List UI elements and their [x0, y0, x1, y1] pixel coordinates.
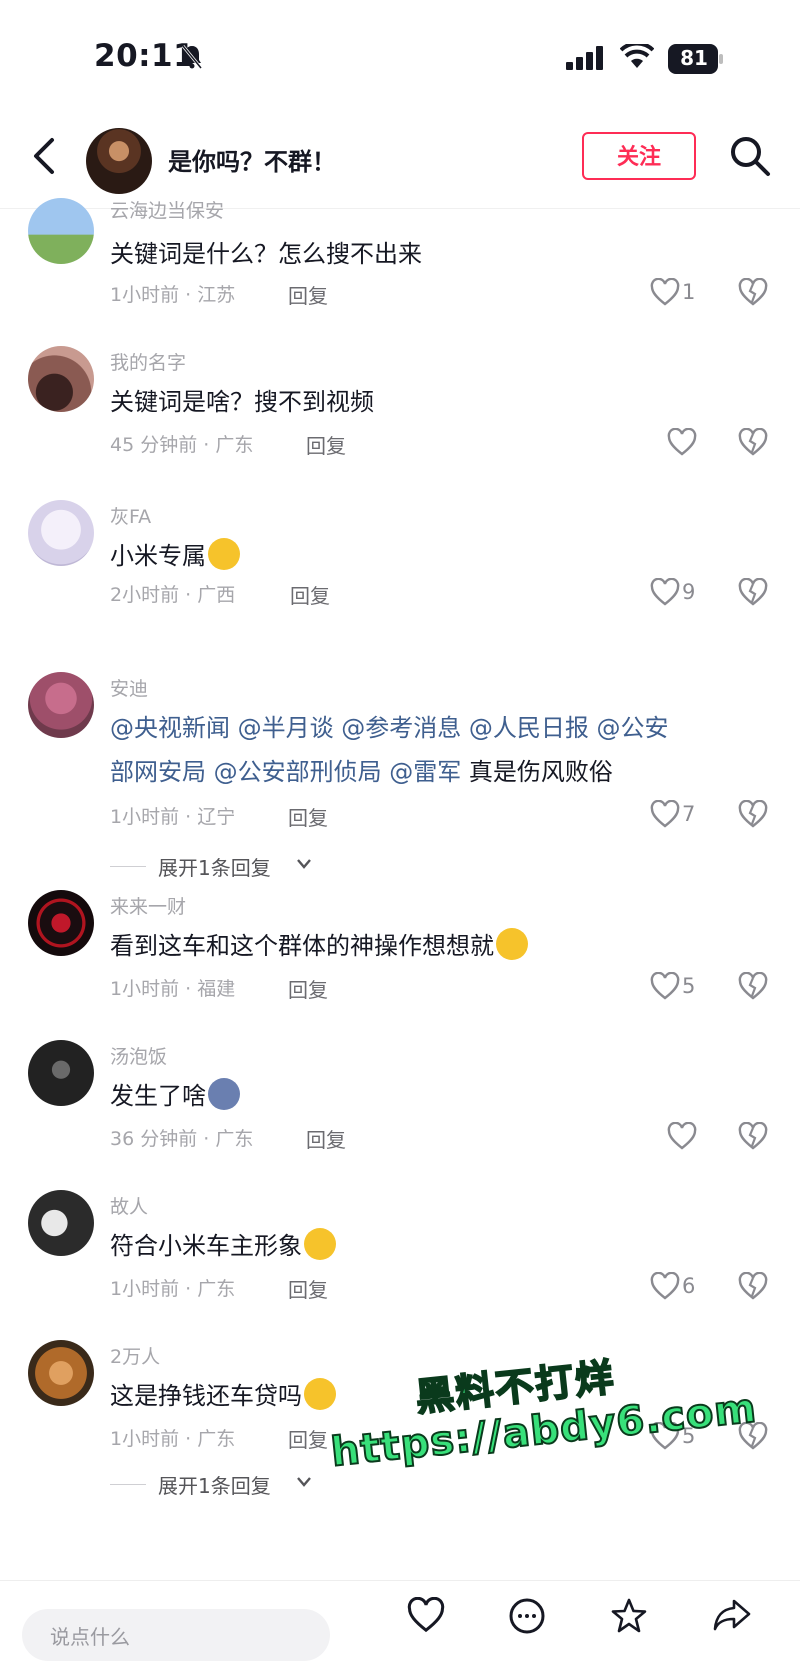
comment-text: 小米专属 — [110, 534, 760, 578]
emoji-icon — [496, 928, 528, 960]
comment-text: 关键词是啥？搜不到视频 — [110, 388, 374, 416]
chevron-down-icon — [297, 859, 311, 869]
reply-button[interactable]: 回复 — [306, 430, 346, 459]
expand-replies-label: 展开1条回复 — [158, 1474, 271, 1498]
avatar[interactable] — [28, 500, 94, 566]
comment-author[interactable]: 我的名字 — [110, 348, 186, 375]
comment-text: 关键词是什么？怎么搜不出来 — [110, 240, 422, 268]
comment-meta: 1小时前 · 辽宁 — [110, 806, 236, 828]
comment-input-placeholder: 说点什么 — [50, 1625, 130, 1649]
heart-icon[interactable] — [667, 1122, 697, 1150]
avatar[interactable] — [28, 346, 94, 412]
watermark: 黑料不打烊 https://abdy6.com — [323, 1335, 760, 1526]
expand-replies-label: 展开1条回复 — [158, 856, 271, 880]
back-icon[interactable] — [30, 136, 58, 176]
avatar[interactable] — [28, 672, 94, 738]
comment-text-body: 真是伤风败俗 — [468, 758, 613, 786]
like-count: 9 — [682, 580, 696, 604]
heart-icon[interactable] — [407, 1597, 445, 1633]
like-count: 6 — [682, 1274, 696, 1298]
avatar[interactable] — [28, 890, 94, 956]
comment-meta: 1小时前 · 福建 — [110, 978, 236, 1000]
emoji-icon — [208, 538, 240, 570]
comment-text-body: 小米专属 — [110, 542, 206, 570]
broken-heart-icon[interactable] — [738, 278, 768, 306]
comment-author[interactable]: 汤泡饭 — [110, 1042, 167, 1069]
avatar[interactable] — [28, 1040, 94, 1106]
reply-button[interactable]: 回复 — [306, 1124, 346, 1153]
share-icon[interactable] — [712, 1597, 752, 1633]
broken-heart-icon[interactable] — [738, 1122, 768, 1150]
heart-icon[interactable] — [650, 972, 680, 1000]
comment-author[interactable]: 故人 — [110, 1192, 148, 1219]
broken-heart-icon[interactable] — [738, 800, 768, 828]
emoji-icon — [304, 1228, 336, 1260]
broken-heart-icon[interactable] — [738, 578, 768, 606]
mention-list[interactable]: @央视新闻 @半月谈 @参考消息 @人民日报 @公安 — [110, 706, 760, 750]
comment-meta: 2小时前 · 广西 — [110, 584, 236, 606]
author-avatar[interactable] — [86, 128, 152, 194]
comment-meta: 45 分钟前 · 广东 — [110, 434, 254, 456]
avatar[interactable] — [28, 198, 94, 264]
heart-icon[interactable] — [650, 800, 680, 828]
reply-button[interactable]: 回复 — [288, 802, 328, 831]
avatar[interactable] — [28, 1340, 94, 1406]
comment-text-body: 发生了啥 — [110, 1082, 206, 1110]
comment-author[interactable]: 来来一财 — [110, 892, 186, 919]
comment-text: @央视新闻 @半月谈 @参考消息 @人民日报 @公安 部网安局 @公安部刑侦局 … — [110, 706, 760, 794]
emoji-icon — [208, 1078, 240, 1110]
comment-author[interactable]: 2万人 — [110, 1342, 160, 1369]
avatar[interactable] — [28, 1190, 94, 1256]
signal-icon — [566, 46, 603, 70]
divider — [110, 866, 146, 867]
like-count: 5 — [682, 974, 696, 998]
broken-heart-icon[interactable] — [738, 428, 768, 456]
status-time: 20:11 — [94, 38, 196, 74]
comment-text-body: 符合小米车主形象 — [110, 1232, 302, 1260]
battery-level: 81 — [680, 46, 708, 70]
heart-icon[interactable] — [650, 278, 680, 306]
comment-author[interactable]: 灰FA — [110, 502, 151, 529]
broken-heart-icon[interactable] — [738, 972, 768, 1000]
comment-text: 符合小米车主形象 — [110, 1224, 760, 1268]
video-title: 是你吗？不群！ — [168, 148, 336, 176]
heart-icon[interactable] — [667, 428, 697, 456]
bell-slash-icon — [181, 45, 203, 69]
comment-text: 发生了啥 — [110, 1074, 760, 1118]
comment-text: 看到这车和这个群体的神操作想想就 — [110, 924, 760, 968]
comment-icon[interactable] — [508, 1597, 546, 1635]
status-bar: 20:11 81 — [0, 0, 800, 110]
like-count: 7 — [682, 802, 696, 826]
reply-button[interactable]: 回复 — [290, 580, 330, 609]
reply-button[interactable]: 回复 — [288, 1274, 328, 1303]
comment-text-body: 这是挣钱还车贷吗 — [110, 1382, 302, 1410]
comment-meta: 1小时前 · 江苏 — [110, 284, 236, 306]
wifi-icon — [620, 44, 654, 68]
follow-button[interactable]: 关注 — [582, 132, 696, 180]
divider — [110, 1484, 146, 1485]
reply-button[interactable]: 回复 — [288, 974, 328, 1003]
chevron-down-icon — [297, 1477, 311, 1487]
heart-icon[interactable] — [650, 1272, 680, 1300]
comment-author[interactable]: 安迪 — [110, 674, 148, 701]
star-icon[interactable] — [610, 1597, 648, 1635]
comment-meta: 1小时前 · 广东 — [110, 1278, 236, 1300]
comment-meta: 1小时前 · 广东 — [110, 1428, 236, 1450]
search-icon[interactable] — [728, 134, 772, 178]
comment-author[interactable]: 云海边当保安 — [110, 196, 224, 223]
video-header: 是你吗？不群！ 关注 — [0, 110, 800, 209]
reply-button[interactable]: 回复 — [288, 280, 328, 309]
bottom-bar: 说点什么 — [0, 1580, 800, 1661]
comment-text-body: 看到这车和这个群体的神操作想想就 — [110, 932, 494, 960]
broken-heart-icon[interactable] — [738, 1272, 768, 1300]
reply-button[interactable]: 回复 — [288, 1424, 328, 1453]
comment-meta: 36 分钟前 · 广东 — [110, 1128, 254, 1150]
mention-list[interactable]: 部网安局 @公安部刑侦局 @雷军 — [110, 758, 461, 786]
heart-icon[interactable] — [650, 578, 680, 606]
like-count: 1 — [682, 280, 696, 304]
